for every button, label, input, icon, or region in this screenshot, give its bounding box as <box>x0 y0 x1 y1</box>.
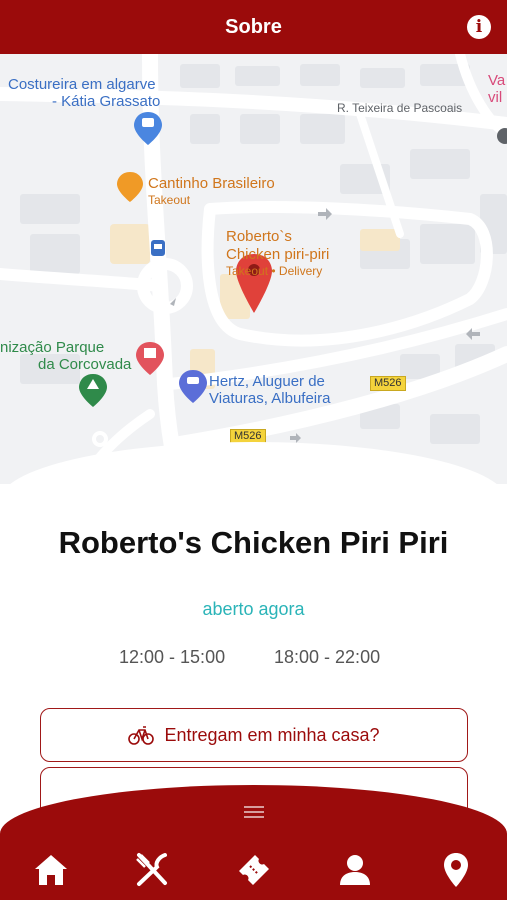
map-label-edge-2: vil <box>488 89 503 106</box>
open-status: aberto agora <box>202 599 305 619</box>
map-label-costureira-2: - Kátia Grassato <box>52 93 161 110</box>
map-label-cantinho: Cantinho Brasileiro <box>148 175 275 192</box>
user-icon[interactable] <box>336 851 374 889</box>
delivery-check-button[interactable]: Entregam em minha casa? <box>40 708 468 762</box>
info-icon[interactable]: i <box>467 15 491 39</box>
ticket-icon[interactable] <box>235 851 273 889</box>
map-label-hertz: Hertz, Aluguer de <box>209 373 325 390</box>
map-label-robertos: Roberto`s <box>226 228 292 245</box>
map-label-costureira: Costureira em algarve <box>8 76 156 93</box>
map-label-robertos-sub: Takeout • Delivery <box>226 264 323 278</box>
top-bar: Sobre i <box>0 0 507 54</box>
location-icon[interactable] <box>437 851 475 889</box>
bicycle-icon <box>128 726 155 745</box>
restaurant-name: Roberto's Chicken Piri Piri <box>58 525 449 560</box>
road-shield: M526 <box>370 376 406 391</box>
home-icon[interactable] <box>32 851 70 889</box>
hours-lunch: 12:00 - 15:00 <box>119 647 226 667</box>
map-label-robertos-2: Chicken piri-piri <box>226 246 330 263</box>
restaurant-icon[interactable] <box>133 851 171 889</box>
map-label-parque-2: da Corcovada <box>38 356 132 373</box>
page-title: Sobre <box>225 15 282 38</box>
map-view[interactable]: Costureira em algarve - Kátia Grassato R… <box>0 54 507 484</box>
map-label-street: R. Teixeira de Pascoais <box>337 101 463 115</box>
hours-dinner: 18:00 - 22:00 <box>274 647 381 667</box>
map-label-edge: Va <box>488 72 506 89</box>
delivery-check-label: Entregam em minha casa? <box>164 724 380 745</box>
map-label-hertz-2: Viaturas, Albufeira <box>209 390 331 407</box>
drawer-handle-icon[interactable] <box>244 806 264 818</box>
map-label-cantinho-sub: Takeout <box>148 193 191 207</box>
map-label-parque: nização Parque <box>0 339 105 356</box>
